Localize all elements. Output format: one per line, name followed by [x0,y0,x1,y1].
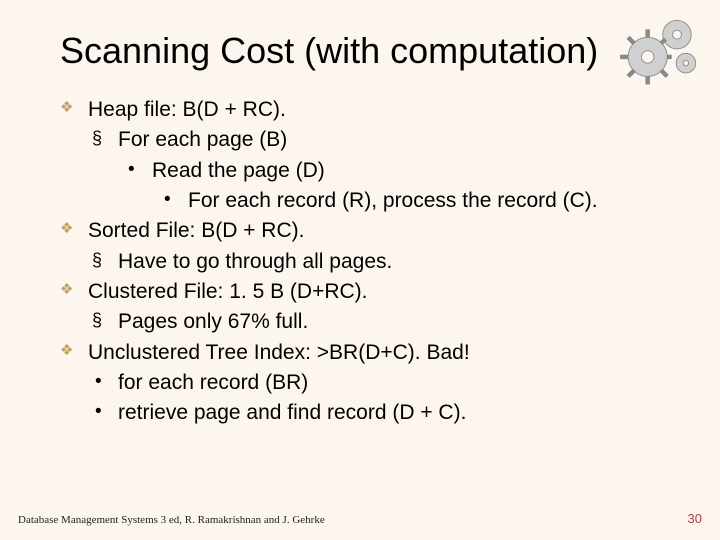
bullet-unclustered-tree: Unclustered Tree Index: >BR(D+C). Bad! [60,339,680,367]
bullet-for-each-page: For each page (B) [60,126,680,154]
bullet-clustered-file: Clustered File: 1. 5 B (D+RC). [60,278,680,306]
bullet-67-full: Pages only 67% full. [60,308,680,336]
bullet-read-page: Read the page (D) [60,157,680,185]
bullet-sorted-file: Sorted File: B(D + RC). [60,217,680,245]
footer-citation: Database Management Systems 3 ed, R. Ram… [18,514,325,526]
slide: Scanning Cost (with computation) Heap fi… [0,0,720,540]
bullet-heap-file: Heap file: B(D + RC). [60,96,680,124]
bullet-process-record: For each record (R), process the record … [60,187,680,215]
bullet-for-each-record: for each record (BR) [60,369,680,397]
slide-content: Heap file: B(D + RC). For each page (B) … [60,96,680,428]
gears-icon [616,8,706,88]
slide-title: Scanning Cost (with computation) [60,30,680,72]
page-number: 30 [688,511,702,526]
bullet-all-pages: Have to go through all pages. [60,248,680,276]
bullet-retrieve-page: retrieve page and find record (D + C). [60,399,680,427]
